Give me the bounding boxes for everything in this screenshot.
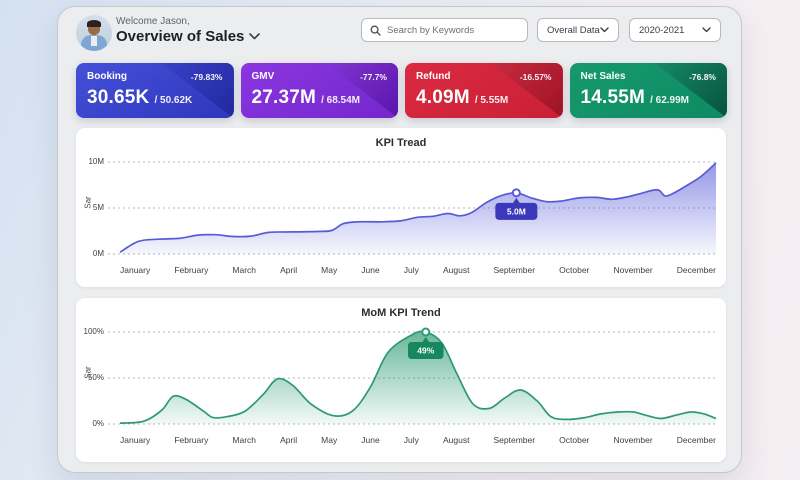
card-secondary-value: / 5.55M — [474, 95, 509, 106]
card-secondary-value: / 68.54M — [321, 95, 360, 106]
year-filter-select[interactable]: 2020-2021 — [629, 18, 721, 42]
card-value: 4.09M — [416, 87, 470, 108]
x-axis-label: March — [232, 435, 257, 445]
y-axis-label: 10M — [88, 157, 104, 166]
tooltip-value: 49% — [417, 346, 434, 356]
kpi-cards-row: Booking -79.83% 30.65K / 50.62K GMV -77.… — [76, 63, 727, 118]
x-axis-labels: January February March April May June July Augu… — [120, 435, 716, 445]
mom-kpi-trend-panel: MoM KPI Trend Sar 100% 50% 0% 49% January F… — [76, 298, 726, 462]
x-axis-label: June — [361, 265, 380, 275]
y-axis-label: 0M — [92, 249, 104, 258]
kpi-tread-chart[interactable]: 5.0M — [108, 156, 717, 260]
x-axis-label: October — [559, 435, 590, 445]
y-axis-label: 5M — [92, 203, 104, 212]
data-point-marker — [421, 327, 431, 337]
x-axis-label: October — [559, 265, 590, 275]
chart-title: MoM KPI Trend — [361, 307, 441, 319]
x-axis-label: September — [493, 435, 536, 445]
header-text-group: Welcome Jason, Overview of Sales — [116, 16, 261, 45]
card-delta-badge: -16.57% — [519, 71, 552, 82]
card-label: GMV — [251, 71, 275, 82]
x-axis-label: May — [321, 435, 338, 445]
avatar-hair — [87, 20, 101, 27]
x-axis-label: September — [493, 265, 536, 275]
page-title: Overview of Sales — [116, 28, 245, 45]
card-value: 14.55M — [580, 87, 646, 108]
card-label: Booking — [87, 71, 127, 82]
year-filter-value: 2020-2021 — [639, 24, 685, 36]
card-delta-badge: -76.8% — [689, 71, 716, 82]
x-axis-label: November — [613, 265, 653, 275]
x-axis-label: May — [321, 265, 338, 275]
y-axis-label: 100% — [83, 327, 104, 336]
x-axis-label: January — [120, 265, 151, 275]
chart-title: KPI Tread — [375, 137, 427, 149]
x-axis-label: February — [174, 265, 209, 275]
card-value: 30.65K — [87, 87, 150, 108]
y-axis-label: 50% — [87, 373, 104, 382]
x-axis-label: August — [442, 435, 470, 445]
card-label: Refund — [416, 71, 451, 82]
x-axis-label: December — [676, 265, 716, 275]
kpi-card-booking: Booking -79.83% 30.65K / 50.62K — [76, 63, 234, 118]
mom-kpi-trend-chart[interactable]: 49% — [108, 326, 717, 430]
x-axis-labels: January February March April May June July Augu… — [120, 265, 716, 275]
chevron-down-icon — [249, 33, 261, 40]
x-axis-label: April — [280, 265, 298, 275]
tooltip-value: 5.0M — [507, 206, 526, 216]
kpi-card-gmv: GMV -77.7% 27.37M / 68.54M — [240, 63, 398, 118]
dashboard-container: Welcome Jason, Overview of Sales Overall… — [57, 6, 742, 473]
y-axis-label: 0% — [92, 419, 104, 428]
x-axis-label: February — [174, 435, 209, 445]
kpi-card-refund: Refund -16.57% 4.09M / 5.55M — [405, 63, 563, 118]
data-point-marker — [511, 188, 521, 198]
chevron-down-icon — [600, 27, 609, 33]
search-input[interactable] — [387, 24, 519, 36]
avatar-shirt — [91, 36, 97, 46]
search-icon — [370, 25, 381, 36]
x-axis-label: July — [403, 265, 419, 275]
x-axis-label: November — [613, 435, 653, 445]
x-axis-label: January — [120, 435, 151, 445]
card-secondary-value: / 50.62K — [154, 95, 193, 106]
data-filter-value: Overall Data — [547, 24, 600, 36]
card-secondary-value: / 62.99M — [650, 95, 689, 106]
x-axis-label: June — [361, 435, 380, 445]
welcome-text: Welcome Jason, — [116, 16, 190, 27]
kpi-tread-panel: KPI Tread Sar 10M 5M 0M 5.0M January Februa… — [76, 128, 726, 287]
kpi-card-net-sales: Net Sales -76.8% 14.55M / 62.99M — [569, 63, 727, 118]
x-axis-label: March — [232, 265, 257, 275]
x-axis-label: April — [280, 435, 298, 445]
x-axis-label: December — [676, 435, 716, 445]
card-label: Net Sales — [580, 71, 626, 82]
data-filter-select[interactable]: Overall Data — [537, 18, 619, 42]
avatar[interactable] — [76, 15, 112, 51]
card-delta-badge: -77.7% — [360, 71, 387, 82]
card-value: 27.37M — [251, 87, 317, 108]
page-title-dropdown[interactable]: Overview of Sales — [116, 28, 261, 45]
search-box[interactable] — [361, 18, 528, 42]
card-delta-badge: -79.83% — [190, 71, 223, 82]
x-axis-label: July — [403, 435, 419, 445]
x-axis-label: August — [442, 265, 470, 275]
chevron-down-icon — [702, 27, 711, 33]
